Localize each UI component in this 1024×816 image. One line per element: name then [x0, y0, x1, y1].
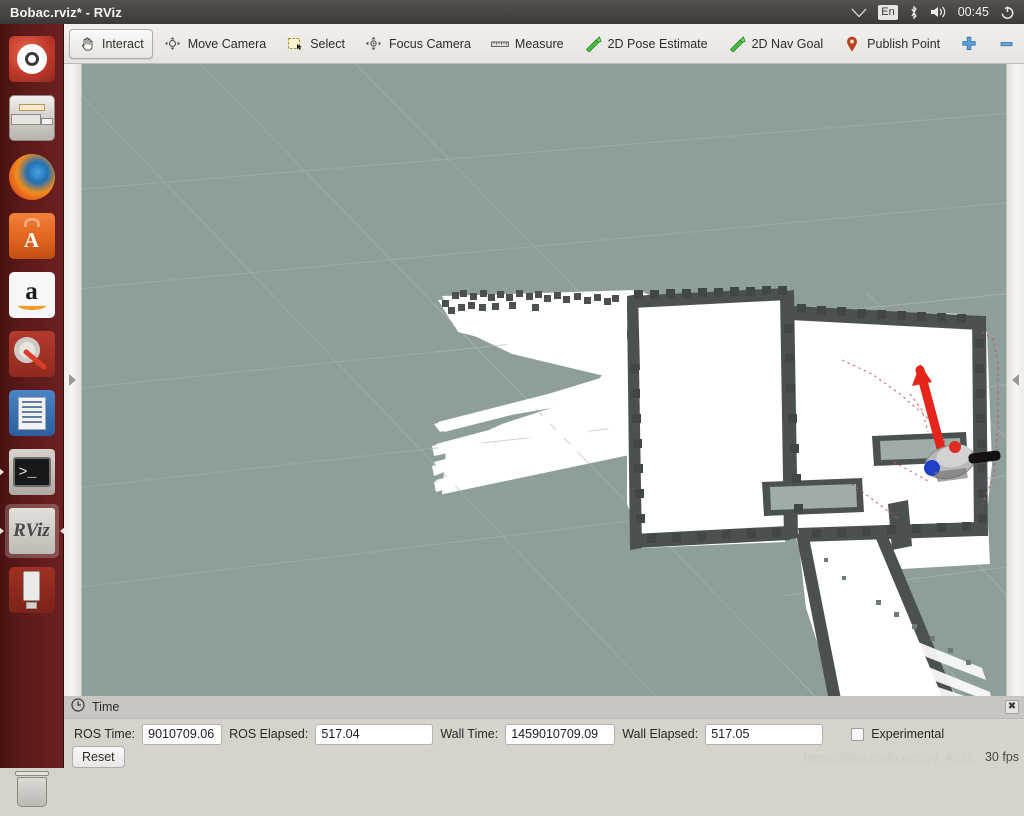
tool-select[interactable]: Select	[277, 29, 354, 59]
trash-icon	[9, 766, 55, 812]
tool-focus-camera[interactable]: Focus Camera	[356, 29, 480, 59]
unity-launcher: A a >_ RViz	[0, 24, 65, 807]
tool-2d-nav-goal-label: 2D Nav Goal	[751, 36, 824, 51]
3d-viewport[interactable]	[82, 64, 1006, 696]
left-panel-expander[interactable]	[64, 64, 82, 696]
tool-publish-point[interactable]: Publish Point	[834, 29, 949, 59]
tool-2d-pose-estimate[interactable]: 2D Pose Estimate	[575, 29, 717, 59]
wifi-icon[interactable]	[851, 6, 867, 18]
launcher-item-ubuntu-software[interactable]: A	[5, 209, 59, 263]
tool-select-label: Select	[310, 36, 345, 51]
experimental-checkbox-row[interactable]: Experimental	[851, 727, 944, 741]
clock-icon	[71, 697, 85, 717]
experimental-checkbox[interactable]	[851, 727, 865, 741]
time-panel-title: Time	[92, 700, 120, 714]
power-gear-icon[interactable]	[1000, 5, 1015, 20]
green-arrow-icon	[584, 35, 602, 52]
keyboard-layout-label: En	[878, 4, 898, 20]
wall-time-label: Wall Time:	[440, 727, 499, 741]
selection-rect-icon	[286, 36, 304, 52]
launcher-item-usb-drive[interactable]	[5, 563, 59, 617]
hand-cursor-icon	[78, 36, 96, 52]
tool-interact-label: Interact	[102, 36, 144, 51]
window-title: Bobac.rviz* - RViz	[10, 4, 122, 20]
tool-measure-label: Measure	[514, 36, 564, 51]
time-panel-header[interactable]: Time ✖	[64, 696, 1024, 719]
right-panel-expander[interactable]	[1006, 64, 1024, 696]
wall-elapsed-label: Wall Elapsed:	[622, 727, 699, 741]
ros-elapsed-input[interactable]: 517.04	[315, 723, 434, 745]
focus-camera-icon	[365, 36, 383, 52]
ros-elapsed-label: ROS Elapsed:	[229, 727, 309, 741]
tool-2d-nav-goal[interactable]: 2D Nav Goal	[719, 29, 833, 59]
minus-icon	[998, 36, 1016, 52]
tool-interact[interactable]: Interact	[69, 28, 153, 59]
tool-2d-pose-estimate-label: 2D Pose Estimate	[607, 36, 708, 51]
status-bar: Reset https://blog.csdn.net/qq_4525 30 f…	[64, 746, 1024, 768]
experimental-label: Experimental	[871, 727, 945, 741]
keyboard-layout-indicator[interactable]: En	[878, 4, 898, 20]
render-area	[64, 64, 1024, 696]
time-fields-row: ROS Time: 9010709.06 ROS Elapsed: 517.04…	[64, 719, 1024, 749]
fps-label: 30 fps	[984, 750, 1019, 764]
ros-time-input[interactable]: 9010709.06	[142, 723, 223, 745]
tool-move-camera[interactable]: Move Camera	[155, 29, 276, 59]
terminal-icon: >_	[8, 449, 55, 495]
green-arrow-icon	[728, 35, 746, 52]
usb-drive-icon	[8, 567, 55, 613]
ros-time-label: ROS Time:	[74, 727, 136, 741]
launcher-item-firefox[interactable]	[5, 150, 59, 204]
occupancy-grid-map	[82, 64, 1006, 696]
ruler-icon	[491, 36, 509, 52]
wall-elapsed-input[interactable]: 517.05	[705, 723, 824, 745]
tool-publish-point-label: Publish Point	[867, 36, 941, 51]
remove-tool-button[interactable]	[989, 29, 1024, 59]
libreoffice-writer-icon	[8, 390, 55, 436]
add-tool-button[interactable]	[951, 29, 987, 59]
watermark-text: https://blog.csdn.net/qq_4525	[803, 750, 974, 765]
bluetooth-icon[interactable]	[909, 5, 919, 20]
wall-time-input[interactable]: 1459010709.09	[505, 723, 616, 745]
system-settings-icon	[8, 331, 55, 377]
ubuntu-dash-icon	[8, 36, 55, 82]
launcher-item-ubuntu-dash[interactable]	[5, 32, 59, 86]
tool-move-camera-label: Move Camera	[187, 36, 267, 51]
volume-icon[interactable]	[930, 5, 947, 19]
files-icon	[8, 95, 55, 141]
ubuntu-software-icon: A	[8, 213, 55, 259]
triangle-left-icon	[1012, 374, 1019, 386]
amazon-icon: a	[8, 272, 55, 318]
rviz-main-window: Interact Move Camera Select Focus Camera…	[64, 24, 1024, 768]
launcher-item-system-settings[interactable]	[5, 327, 59, 381]
tool-measure[interactable]: Measure	[482, 29, 573, 59]
launcher-item-files[interactable]	[5, 91, 59, 145]
rviz-toolbar: Interact Move Camera Select Focus Camera…	[64, 24, 1024, 64]
launcher-item-rviz[interactable]: RViz	[0, 504, 65, 558]
unity-top-panel: Bobac.rviz* - RViz En 00:45	[0, 0, 1024, 24]
firefox-icon	[8, 154, 55, 200]
clock-label[interactable]: 00:45	[958, 6, 989, 19]
time-panel: Time ✖ ROS Time: 9010709.06 ROS Elapsed:…	[64, 696, 1024, 768]
launcher-item-libreoffice-writer[interactable]	[5, 386, 59, 440]
rviz-icon: RViz	[8, 508, 55, 554]
launcher-item-terminal[interactable]: >_	[0, 445, 59, 499]
plus-icon	[960, 36, 978, 52]
map-pin-icon	[843, 36, 861, 52]
close-icon[interactable]: ✖	[1005, 700, 1019, 714]
launcher-item-trash[interactable]	[5, 762, 59, 816]
tool-focus-camera-label: Focus Camera	[388, 36, 471, 51]
launcher-item-amazon[interactable]: a	[5, 268, 59, 322]
reset-button[interactable]: Reset	[72, 746, 125, 768]
system-tray: En 00:45	[851, 4, 1024, 20]
move-camera-icon	[164, 36, 182, 52]
triangle-right-icon	[69, 374, 76, 386]
